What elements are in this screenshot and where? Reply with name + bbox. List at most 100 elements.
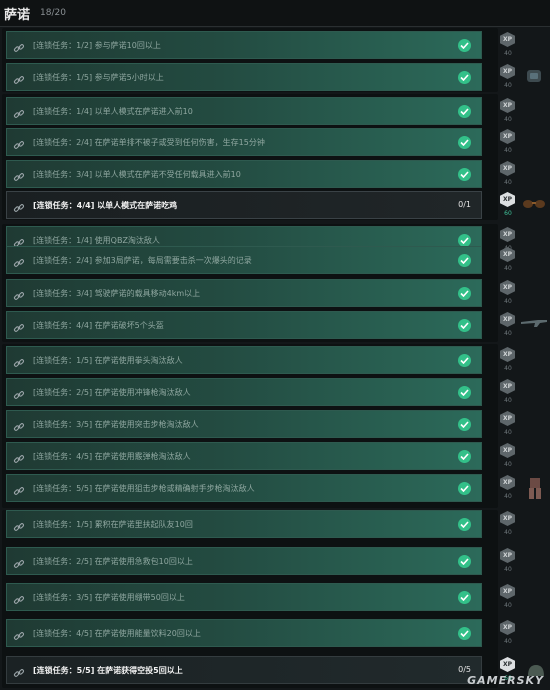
check-icon (458, 287, 471, 300)
task-row[interactable]: [连锁任务：4/5] 在萨诺使用霰弹枪淘汰敌人 (6, 442, 482, 470)
xp-badge-icon: XP (500, 129, 515, 144)
xp-reward: XP 40 (500, 475, 516, 505)
chain-link-icon (13, 71, 25, 84)
task-row[interactable]: [连锁任务：1/5] 在萨诺使用拳头淘汰敌人 (6, 346, 482, 374)
task-row[interactable]: [连锁任务：5/5] 在萨诺使用狙击步枪或精确射手步枪淘汰敌人 (6, 474, 482, 502)
check-icon (458, 627, 471, 640)
task-row[interactable]: [连锁任务：4/5] 在萨诺使用能量饮料20回以上 (6, 619, 482, 647)
rifle-reward-icon (521, 320, 547, 327)
chain-link-icon (13, 482, 25, 495)
check-icon (458, 482, 471, 495)
xp-reward: XP 40 (500, 129, 516, 159)
map-title: 萨诺 (4, 8, 31, 23)
chain-link-icon (13, 136, 25, 149)
check-icon (458, 354, 471, 367)
task-row[interactable]: [连锁任务：2/4] 参加3局萨诺，每局需要击杀一次爆头的记录 (6, 246, 482, 274)
task-row[interactable]: [连锁任务：1/4] 以单人模式在萨诺进入前10 (6, 97, 482, 125)
task-row[interactable]: [连锁任务：3/5] 在萨诺使用绷带50回以上 (6, 583, 482, 611)
xp-points: 40 (504, 461, 512, 468)
check-icon (458, 418, 471, 431)
xp-reward: XP 40 (500, 161, 516, 191)
xp-points: 40 (504, 179, 512, 186)
task-row[interactable]: [连锁任务：2/5] 在萨诺使用冲锋枪淘汰敌人 (6, 378, 482, 406)
xp-reward: XP 40 (500, 32, 516, 62)
xp-badge-icon: XP (500, 192, 515, 207)
xp-points: 40 (504, 638, 512, 645)
xp-reward: XP 40 (500, 347, 516, 377)
check-icon (458, 591, 471, 604)
sunglasses-reward-icon (523, 200, 545, 208)
task-row[interactable]: [连锁任务：1/5] 参与萨诺5小时以上 (6, 63, 482, 91)
xp-badge-icon: XP (500, 475, 515, 490)
task-progress: 0/5 (458, 665, 471, 674)
xp-points: 40 (504, 265, 512, 272)
check-icon (458, 39, 471, 52)
xp-points: 40 (504, 566, 512, 573)
task-text: [连锁任务：3/5] 在萨诺使用突击步枪淘汰敌人 (33, 420, 199, 429)
xp-points: 40 (504, 429, 512, 436)
task-text: [连锁任务：2/5] 在萨诺使用急救包10回以上 (33, 557, 193, 566)
xp-badge-icon: XP (500, 64, 515, 79)
task-row[interactable]: [连锁任务：2/4] 在萨诺单排不被子或受到任何伤害，生存15分钟 (6, 128, 482, 156)
xp-badge-icon: XP (500, 584, 515, 599)
task-text: [连锁任务：2/4] 参加3局萨诺，每局需要击杀一次爆头的记录 (33, 256, 252, 265)
xp-badge-icon: XP (500, 280, 515, 295)
xp-points: 40 (504, 529, 512, 536)
task-row[interactable]: [连锁任务：5/5] 在萨诺获得空投5回以上 0/5 (6, 656, 482, 684)
task-row[interactable]: [连锁任务：3/5] 在萨诺使用突击步枪淘汰敌人 (6, 410, 482, 438)
xp-reward: XP 40 (500, 584, 516, 614)
xp-points: 40 (504, 82, 512, 89)
check-icon (458, 254, 471, 267)
xp-badge-icon: XP (500, 379, 515, 394)
xp-reward: XP 40 (500, 443, 516, 473)
xp-reward: XP 60 (500, 192, 516, 222)
task-text: [连锁任务：2/4] 在萨诺单排不被子或受到任何伤害，生存15分钟 (33, 138, 265, 147)
xp-points: 40 (504, 365, 512, 372)
xp-points: 60 (504, 210, 512, 217)
task-row[interactable]: [连锁任务：1/5] 累积在萨诺里扶起队友10回 (6, 510, 482, 538)
chain-link-icon (13, 199, 25, 212)
xp-reward: XP 40 (500, 98, 516, 128)
xp-reward: XP 40 (500, 312, 516, 342)
chain-link-icon (13, 555, 25, 568)
chain-link-icon (13, 664, 25, 677)
xp-badge-icon: XP (500, 620, 515, 635)
check-icon (458, 168, 471, 181)
task-text: [连锁任务：5/5] 在萨诺使用狙击步枪或精确射手步枪淘汰敌人 (33, 484, 255, 493)
chain-link-icon (13, 39, 25, 52)
xp-badge-icon: XP (500, 32, 515, 47)
xp-badge-icon: XP (500, 347, 515, 362)
xp-badge-icon: XP (500, 312, 515, 327)
xp-reward: XP 40 (500, 548, 516, 578)
chain-link-icon (13, 105, 25, 118)
check-icon (458, 136, 471, 149)
task-text: [连锁任务：4/5] 在萨诺使用能量饮料20回以上 (33, 629, 201, 638)
xp-badge-icon: XP (500, 161, 515, 176)
task-text: [连锁任务：5/5] 在萨诺获得空投5回以上 (33, 666, 183, 675)
task-row[interactable]: [连锁任务：3/4] 驾驶萨诺的载具移动4km以上 (6, 279, 482, 307)
xp-points: 40 (504, 602, 512, 609)
xp-badge-icon: XP (500, 657, 515, 672)
xp-reward: XP 40 (500, 247, 516, 277)
chain-link-icon (13, 234, 25, 247)
xp-points: 40 (504, 493, 512, 500)
xp-points: 40 (504, 50, 512, 57)
header-bar: 萨诺 18/20 (0, 0, 550, 27)
outfit-reward-icon (529, 478, 541, 499)
task-row[interactable]: [连锁任务：2/5] 在萨诺使用急救包10回以上 (6, 547, 482, 575)
chain-link-icon (13, 354, 25, 367)
task-text: [连锁任务：4/4] 以单人模式在萨诺吃鸡 (33, 201, 178, 210)
xp-reward: XP 40 (500, 411, 516, 441)
completion-count: 18/20 (40, 8, 66, 18)
task-text: [连锁任务：3/4] 驾驶萨诺的载具移动4km以上 (33, 289, 201, 298)
xp-reward: XP 40 (500, 280, 516, 310)
task-row[interactable]: [连锁任务：1/2] 参与萨诺10回以上 (6, 31, 482, 59)
xp-badge-icon: XP (500, 511, 515, 526)
check-icon (458, 71, 471, 84)
task-row[interactable]: [连锁任务：4/4] 在萨诺破坏5个头盔 (6, 311, 482, 339)
chain-link-icon (13, 450, 25, 463)
xp-points: 40 (504, 397, 512, 404)
task-row[interactable]: [连锁任务：4/4] 以单人模式在萨诺吃鸡 0/1 (6, 191, 482, 219)
task-row[interactable]: [连锁任务：3/4] 以单人模式在萨诺不受任何载具进入前10 (6, 160, 482, 188)
task-text: [连锁任务：4/4] 在萨诺破坏5个头盔 (33, 321, 164, 330)
